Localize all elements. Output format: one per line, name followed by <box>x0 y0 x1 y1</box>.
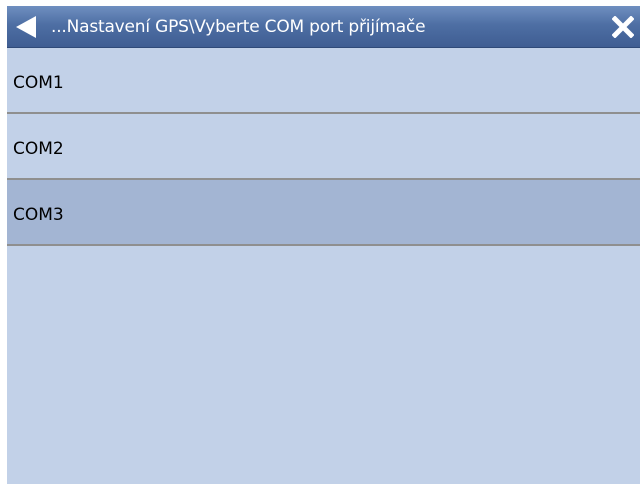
com-port-list: COM1 COM2 COM3 <box>7 48 640 246</box>
close-x-icon <box>612 16 634 38</box>
list-item-com1[interactable]: COM1 <box>7 48 640 114</box>
back-button[interactable] <box>7 6 51 48</box>
list-item-label: COM2 <box>13 139 64 159</box>
page-title: ...Nastavení GPS\Vyberte COM port přijím… <box>51 17 426 37</box>
close-button[interactable] <box>604 6 640 48</box>
com-port-selection-screen: ...Nastavení GPS\Vyberte COM port přijím… <box>7 6 640 484</box>
list-item-label: COM1 <box>13 73 64 93</box>
title-bar: ...Nastavení GPS\Vyberte COM port přijím… <box>7 6 640 48</box>
list-item-com2[interactable]: COM2 <box>7 114 640 180</box>
list-item-com3[interactable]: COM3 <box>7 180 640 246</box>
list-item-label: COM3 <box>13 205 64 225</box>
back-arrow-icon <box>16 16 36 38</box>
